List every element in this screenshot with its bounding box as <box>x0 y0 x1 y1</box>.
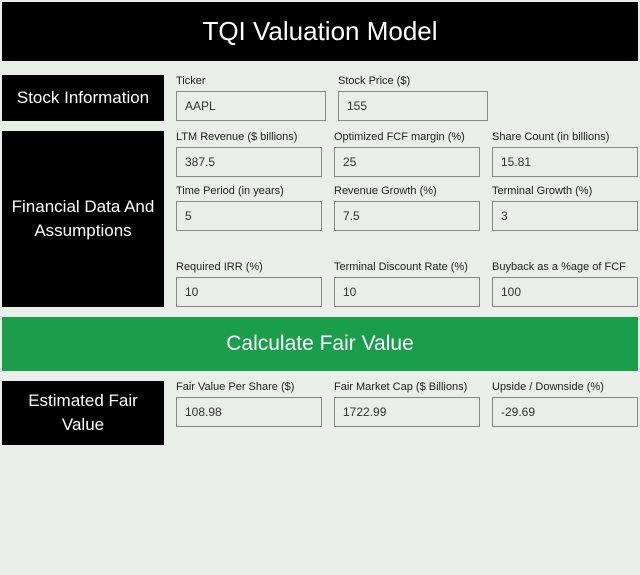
ticker-label: Ticker <box>176 75 326 87</box>
fmc-output <box>334 397 480 427</box>
fvps-label: Fair Value Per Share ($) <box>176 381 322 393</box>
assumptions-heading: Financial Data And Assumptions <box>2 131 164 307</box>
results-section: Estimated Fair Value Fair Value Per Shar… <box>2 381 638 445</box>
term-growth-label: Terminal Growth (%) <box>492 185 638 197</box>
assumptions-section: Financial Data And Assumptions LTM Reven… <box>2 131 638 307</box>
fcf-margin-input[interactable] <box>334 147 480 177</box>
rev-growth-input[interactable] <box>334 201 480 231</box>
ltm-rev-label: LTM Revenue ($ billions) <box>176 131 322 143</box>
share-count-input[interactable] <box>492 147 638 177</box>
calculate-button[interactable]: Calculate Fair Value <box>2 317 638 371</box>
irr-input[interactable] <box>176 277 322 307</box>
term-disc-label: Terminal Discount Rate (%) <box>334 261 480 273</box>
stock-info-heading: Stock Information <box>2 75 164 121</box>
term-disc-input[interactable] <box>334 277 480 307</box>
buyback-input[interactable] <box>492 277 638 307</box>
ltm-rev-input[interactable] <box>176 147 322 177</box>
rev-growth-label: Revenue Growth (%) <box>334 185 480 197</box>
time-period-label: Time Period (in years) <box>176 185 322 197</box>
fvps-output <box>176 397 322 427</box>
upside-label: Upside / Downside (%) <box>492 381 638 393</box>
share-count-label: Share Count (in billions) <box>492 131 638 143</box>
upside-output <box>492 397 638 427</box>
stock-price-label: Stock Price ($) <box>338 75 488 87</box>
fcf-margin-label: Optimized FCF margin (%) <box>334 131 480 143</box>
stock-price-input[interactable] <box>338 91 488 121</box>
time-period-input[interactable] <box>176 201 322 231</box>
term-growth-input[interactable] <box>492 201 638 231</box>
results-heading: Estimated Fair Value <box>2 381 164 445</box>
ticker-input[interactable] <box>176 91 326 121</box>
irr-label: Required IRR (%) <box>176 261 322 273</box>
stock-info-section: Stock Information Ticker Stock Price ($) <box>2 75 638 121</box>
fmc-label: Fair Market Cap ($ Billions) <box>334 381 480 393</box>
page-title: TQI Valuation Model <box>2 2 638 61</box>
buyback-label: Buyback as a %age of FCF <box>492 261 638 273</box>
